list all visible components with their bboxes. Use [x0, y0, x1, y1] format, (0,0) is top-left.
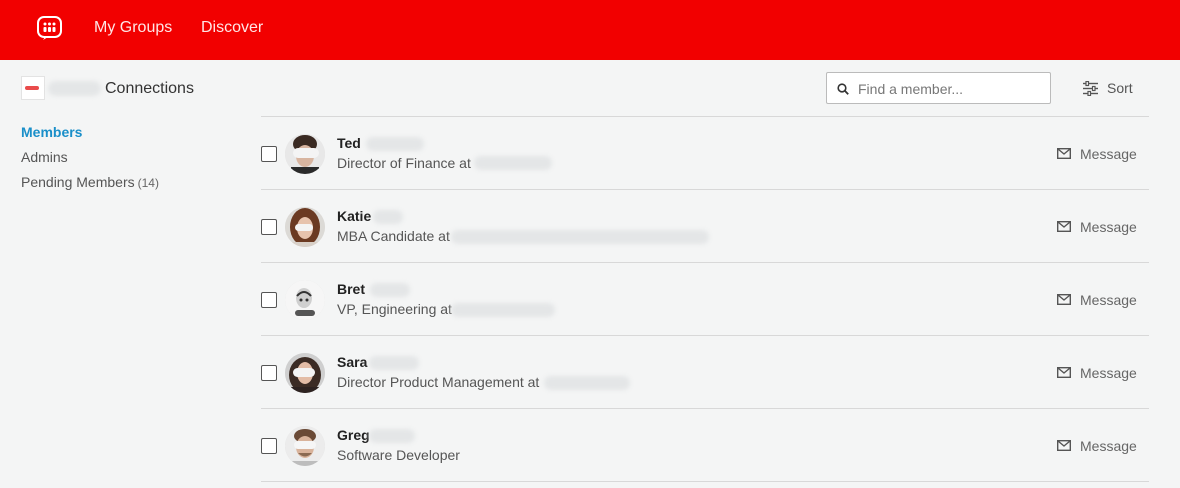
redacted-text [451, 230, 709, 244]
search-icon [837, 83, 849, 95]
nav-my-groups[interactable]: My Groups [94, 19, 172, 37]
app-logo-icon[interactable] [37, 16, 62, 41]
member-headline: Software Developer [337, 447, 460, 463]
avatar-image [285, 207, 325, 247]
sidebar-item-admins[interactable]: Admins [21, 149, 68, 165]
avatar-image [285, 353, 325, 393]
group-connections-title: Connections [105, 80, 194, 97]
member-name[interactable]: Ted [337, 135, 361, 151]
message-label: Message [1080, 365, 1137, 381]
envelope-icon [1057, 294, 1071, 305]
avatar[interactable] [285, 426, 325, 466]
member-headline: Director of Finance at [337, 155, 471, 171]
message-label: Message [1080, 146, 1137, 162]
sliders-icon [1083, 81, 1098, 96]
message-label: Message [1080, 219, 1137, 235]
message-label: Message [1080, 438, 1137, 454]
envelope-icon [1057, 367, 1071, 378]
pending-members-count: (14) [137, 176, 159, 190]
member-search-box[interactable] [826, 72, 1051, 104]
avatar[interactable] [285, 280, 325, 320]
nav-discover[interactable]: Discover [201, 19, 263, 37]
avatar[interactable] [285, 353, 325, 393]
envelope-icon [1057, 148, 1071, 159]
member-row: Greg Software Developer Message [261, 409, 1149, 482]
member-row: Katie MBA Candidate at Message [261, 190, 1149, 263]
member-name[interactable]: Bret [337, 281, 365, 297]
member-headline: MBA Candidate at [337, 228, 450, 244]
sort-label: Sort [1107, 80, 1133, 96]
sidebar-item-members[interactable]: Members [21, 124, 82, 140]
redacted-text [366, 137, 424, 151]
envelope-icon [1057, 440, 1071, 451]
avatar-image [285, 134, 325, 174]
member-name[interactable]: Katie [337, 208, 371, 224]
member-select-checkbox[interactable] [261, 292, 277, 308]
member-select-checkbox[interactable] [261, 365, 277, 381]
redacted-text [451, 303, 555, 317]
avatar[interactable] [285, 134, 325, 174]
group-thumbnail[interactable] [21, 76, 45, 100]
redacted-text [373, 210, 403, 224]
member-row: Sara Director Product Management at Mess… [261, 336, 1149, 409]
redacted-text [369, 356, 419, 370]
member-name[interactable]: Sara [337, 354, 367, 370]
avatar-image [285, 426, 325, 466]
message-label: Message [1080, 292, 1137, 308]
redacted-text [369, 429, 415, 443]
group-thumbnail-mark [25, 86, 39, 90]
redacted-group-name [48, 81, 101, 96]
pending-members-label: Pending Members [21, 174, 135, 190]
avatar[interactable] [285, 207, 325, 247]
top-nav-bar: My Groups Discover [0, 0, 1180, 60]
redacted-text [544, 376, 630, 390]
member-headline: VP, Engineering at [337, 301, 452, 317]
envelope-icon [1057, 221, 1071, 232]
sidebar-item-pending-members[interactable]: Pending Members (14) [21, 174, 159, 190]
member-select-checkbox[interactable] [261, 146, 277, 162]
avatar-image [285, 280, 325, 320]
search-input[interactable] [858, 79, 1043, 99]
member-row: Bret VP, Engineering at Message [261, 263, 1149, 336]
member-select-checkbox[interactable] [261, 219, 277, 235]
member-headline: Director Product Management at [337, 374, 540, 390]
member-row: Ted Director of Finance at Message [261, 117, 1149, 190]
member-select-checkbox[interactable] [261, 438, 277, 454]
redacted-text [474, 156, 552, 170]
member-name[interactable]: Greg [337, 427, 370, 443]
redacted-text [370, 283, 410, 297]
